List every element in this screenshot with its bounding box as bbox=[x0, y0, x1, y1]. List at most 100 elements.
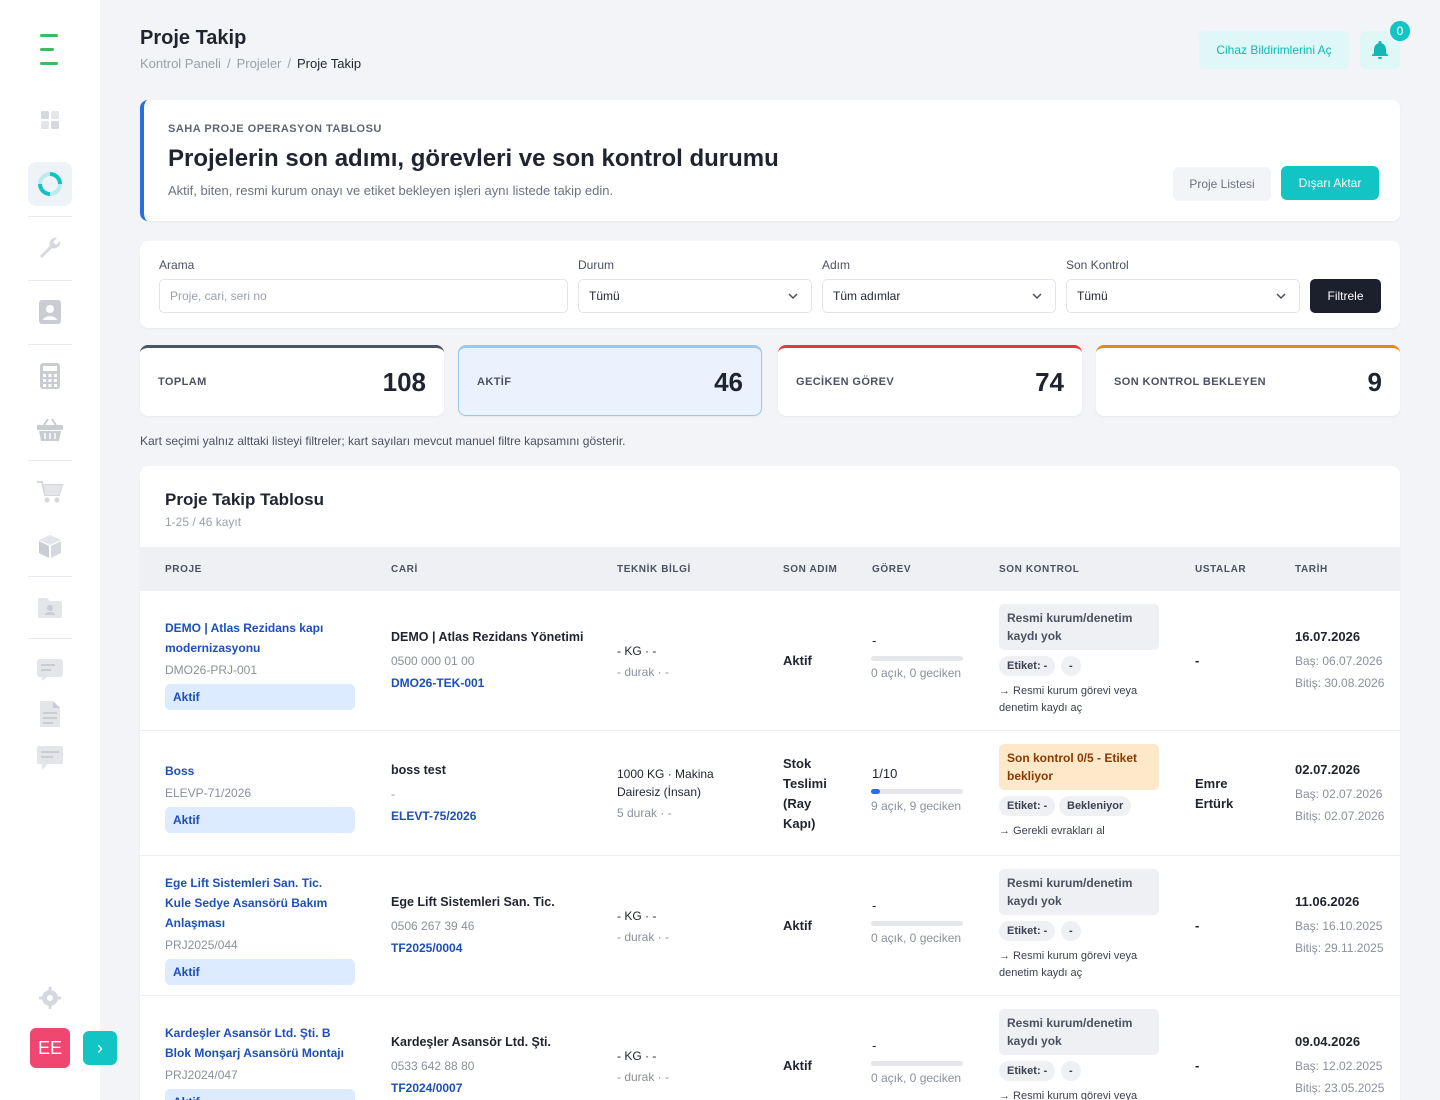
table-row[interactable]: Kardeşler Asansör Ltd. Şti. B Blok Monşar… bbox=[140, 996, 1400, 1100]
basket-icon[interactable] bbox=[28, 408, 72, 452]
status-select[interactable]: Tümü bbox=[578, 279, 812, 313]
task-count: 1/10 bbox=[872, 766, 898, 781]
stat-card-total[interactable]: TOPLAM 108 bbox=[140, 345, 444, 416]
breadcrumb: Kontrol Paneli / Projeler / Proje Takip bbox=[140, 56, 362, 71]
chat-icon[interactable] bbox=[28, 736, 72, 780]
stat-value: 108 bbox=[382, 367, 426, 397]
folder-user-icon[interactable] bbox=[28, 586, 72, 630]
settings-icon[interactable] bbox=[28, 976, 72, 1020]
step-select[interactable]: Tüm adımlar bbox=[822, 279, 1056, 313]
table-row[interactable]: DEMO | Atlas Rezidans kapı modernizasyonu… bbox=[140, 591, 1400, 731]
project-name-link[interactable]: Kardeşler Asansör Ltd. Şti. B Blok Monşar… bbox=[165, 1023, 365, 1063]
stat-card-pending-check[interactable]: SON KONTROL BEKLEYEN 9 bbox=[1096, 345, 1400, 416]
bell-icon bbox=[1372, 41, 1388, 59]
overview-title: Projelerin son adımı, görevleri ve son k… bbox=[168, 145, 779, 172]
box-icon[interactable] bbox=[28, 524, 72, 568]
filter-bar: Arama Proje, cari, seri no Durum Tümü Ad… bbox=[140, 241, 1400, 328]
tech-capacity: - KG · - bbox=[617, 644, 657, 658]
table-row[interactable]: Boss ELEVP-71/2026 Aktif boss test - ELEVT-75… bbox=[140, 731, 1400, 856]
stat-label: AKTİF bbox=[477, 376, 512, 388]
notification-count-badge: 0 bbox=[1388, 19, 1412, 43]
device-notifications-button[interactable]: Cihaz Bildirimlerini Aç bbox=[1199, 31, 1349, 69]
technical-ref-link[interactable]: TF2024/0007 bbox=[391, 1078, 462, 1098]
step-label: Adım bbox=[822, 258, 851, 272]
contact-icon[interactable] bbox=[28, 290, 72, 334]
task-progress-bar bbox=[871, 656, 963, 661]
document-icon[interactable] bbox=[28, 692, 72, 736]
search-label: Arama bbox=[159, 258, 195, 272]
technical-ref-link[interactable]: ELEVT-75/2026 bbox=[391, 806, 476, 826]
customer-name: Ege Lift Sistemleri San. Tic. bbox=[391, 895, 555, 909]
export-button[interactable]: Dışarı Aktar bbox=[1281, 166, 1379, 200]
customer-phone: 0500 000 01 00 bbox=[391, 654, 475, 668]
stat-card-delayed[interactable]: GECİKEN GÖREV 74 bbox=[778, 345, 1082, 416]
stat-card-active[interactable]: AKTİF 46 bbox=[458, 345, 762, 416]
last-check-line: kaydı yok bbox=[1007, 1034, 1062, 1048]
calculator-icon[interactable] bbox=[28, 354, 72, 398]
next-action-hint[interactable]: → Resmi kurum görevi veya bbox=[999, 1088, 1169, 1100]
table-record-count: 1-25 / 46 kayıt bbox=[165, 515, 242, 529]
filter-button[interactable]: Filtrele bbox=[1310, 279, 1381, 313]
message-icon[interactable] bbox=[28, 648, 72, 692]
last-check-status: Resmi kurum/denetim kaydı yok bbox=[999, 604, 1159, 650]
project-name-line: Anlaşması bbox=[165, 916, 226, 930]
column-header[interactable]: TEKNİK BİLGİ bbox=[617, 564, 691, 575]
column-header[interactable]: CARİ bbox=[391, 564, 418, 575]
breadcrumb-link[interactable]: Kontrol Paneli bbox=[140, 56, 221, 71]
dashboard-icon[interactable] bbox=[28, 98, 72, 142]
project-name-link[interactable]: DEMO | Atlas Rezidans kapı modernizasyonu bbox=[165, 618, 365, 658]
project-list-button[interactable]: Proje Listesi bbox=[1173, 167, 1271, 201]
last-check-select-value: Tümü bbox=[1077, 289, 1108, 303]
workers: Emre Ertürk bbox=[1195, 774, 1233, 814]
label-status-chip: - bbox=[1061, 656, 1081, 676]
project-name-line: modernizasyonu bbox=[165, 641, 261, 655]
status-badge: Aktif bbox=[165, 1089, 355, 1100]
customer-name: DEMO | Atlas Rezidans Yönetimi bbox=[391, 630, 584, 644]
label-status-chip: - bbox=[1061, 921, 1081, 941]
search-input[interactable]: Proje, cari, seri no bbox=[159, 279, 568, 313]
project-name-link[interactable]: Ege Lift Sistemleri San. Tic. Kule Sedye … bbox=[165, 873, 365, 933]
step-select-value: Tüm adımlar bbox=[833, 289, 901, 303]
column-header[interactable]: GÖREV bbox=[872, 564, 911, 575]
filter-note: Kart seçimi yalnız alttaki listeyi filtr… bbox=[140, 434, 626, 448]
customer-phone: - bbox=[391, 787, 395, 801]
last-step-line: Kapı) bbox=[783, 816, 816, 831]
end-date: Bitiş: 02.07.2026 bbox=[1295, 809, 1385, 823]
wrench-icon[interactable] bbox=[28, 226, 72, 270]
technical-ref-link[interactable]: TF2025/0004 bbox=[391, 938, 462, 958]
last-check-select[interactable]: Tümü bbox=[1066, 279, 1300, 313]
stat-label: GECİKEN GÖREV bbox=[796, 376, 895, 388]
column-header[interactable]: SON ADIM bbox=[783, 564, 837, 575]
logo-icon[interactable] bbox=[40, 34, 58, 66]
last-step-line: Aktif bbox=[783, 1058, 812, 1073]
avatar[interactable]: EE bbox=[30, 1028, 70, 1068]
column-header[interactable]: PROJE bbox=[165, 564, 202, 575]
date: 09.04.2026 bbox=[1295, 1034, 1361, 1049]
next-action-hint[interactable]: → Gerekli evrakları al bbox=[999, 823, 1169, 840]
table-row[interactable]: Ege Lift Sistemleri San. Tic. Kule Sedye … bbox=[140, 856, 1400, 996]
chevron-right-icon: › bbox=[97, 1037, 103, 1058]
worker-name: - bbox=[1195, 653, 1200, 668]
status-label: Durum bbox=[578, 258, 615, 272]
project-name-link[interactable]: Boss bbox=[165, 761, 365, 781]
tech-stops: - durak · - bbox=[617, 1070, 670, 1084]
last-step-line: Aktif bbox=[783, 653, 812, 668]
task-meta: 0 açık, 0 geciken bbox=[871, 666, 962, 680]
chart-ring-icon[interactable] bbox=[28, 162, 72, 206]
next-action-hint[interactable]: → Resmi kurum görevi veya denetim kaydı … bbox=[999, 948, 1169, 982]
expand-sidebar-button[interactable]: › bbox=[83, 1031, 117, 1065]
stat-label: SON KONTROL BEKLEYEN bbox=[1114, 376, 1267, 388]
next-action-hint[interactable]: → Resmi kurum görevi veya denetim kaydı … bbox=[999, 683, 1169, 717]
last-check-label: Son Kontrol bbox=[1066, 258, 1129, 272]
column-header[interactable]: TARİH bbox=[1295, 564, 1328, 575]
worker-name: - bbox=[1195, 918, 1200, 933]
column-header[interactable]: SON KONTROL bbox=[999, 564, 1080, 575]
last-step-line: (Ray bbox=[783, 796, 812, 811]
cart-icon[interactable] bbox=[28, 470, 72, 514]
technical-ref-link[interactable]: DMO26-TEK-001 bbox=[391, 673, 484, 693]
column-header[interactable]: USTALAR bbox=[1195, 564, 1246, 575]
breadcrumb-link[interactable]: Projeler bbox=[237, 56, 282, 71]
stat-value: 74 bbox=[1035, 367, 1064, 397]
label-chip: Etiket: - bbox=[999, 921, 1056, 941]
date: 16.07.2026 bbox=[1295, 629, 1361, 644]
